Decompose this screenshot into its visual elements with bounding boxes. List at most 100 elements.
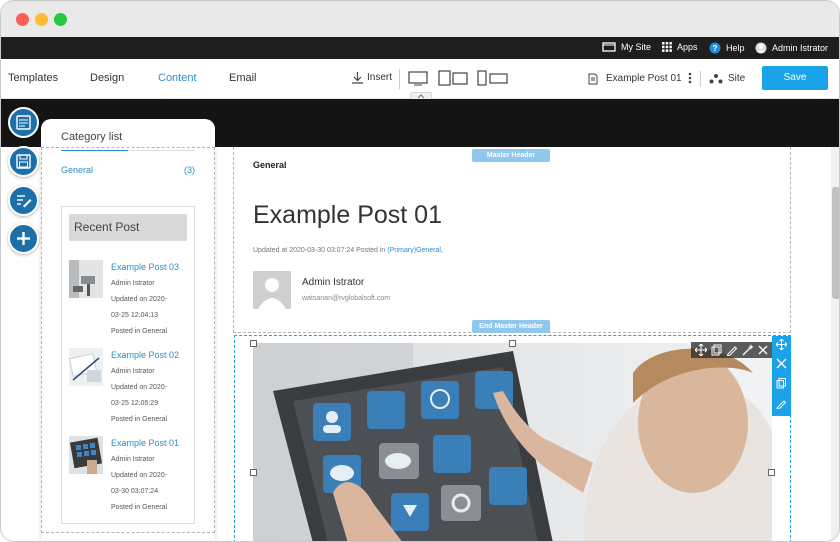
recent-post-link[interactable]: Example Post 03 (111, 262, 179, 272)
author-avatar (253, 271, 291, 309)
layout-icon (16, 115, 31, 130)
category-general-link[interactable]: General (61, 165, 93, 175)
post-updated: Updated on 2020- (111, 384, 168, 391)
category-count: (3) (184, 165, 195, 175)
copy-icon[interactable] (776, 378, 787, 389)
close-icon[interactable] (776, 358, 787, 369)
post-meta-category-link[interactable]: (Primary)General, (387, 247, 443, 254)
post-title: Example Post 01 (253, 201, 442, 229)
resize-handle-nw[interactable] (250, 340, 257, 347)
sitemap-icon (709, 74, 723, 84)
tablet-apps-image (69, 436, 103, 474)
category-title-underline (61, 150, 128, 151)
minimize-window-button[interactable] (35, 13, 48, 26)
touchscreen-photo (253, 343, 772, 541)
admin-topbar: My Site Apps ? Help Admin Istrator (1, 37, 839, 59)
post-content-area (233, 147, 791, 333)
post-thumbnail[interactable] (69, 348, 103, 386)
post-thumbnail[interactable] (69, 436, 103, 474)
resize-handle-e[interactable] (768, 469, 775, 476)
tablet-view-icon[interactable] (438, 70, 468, 86)
page-name[interactable]: Example Post 01 (606, 73, 682, 84)
category-list-title: Category list (61, 131, 123, 143)
post-category-label: General (253, 160, 287, 170)
post-updated-time: 03-30 03:07:24 (111, 488, 159, 495)
post-category: Posted in General (111, 504, 168, 511)
grid-icon (662, 42, 672, 52)
post-category: Posted in General (111, 328, 168, 335)
layout-panel-button[interactable] (8, 107, 39, 138)
add-button[interactable] (8, 223, 39, 254)
desktop-view-icon[interactable] (408, 71, 428, 86)
site-link[interactable]: Site (728, 73, 745, 84)
browser-window: My Site Apps ? Help Admin Istrator Templ… (0, 0, 840, 542)
user-name: Admin Istrator (772, 43, 829, 53)
tab-content[interactable]: Content (158, 72, 197, 84)
post-updated: Updated on 2020- (111, 296, 168, 303)
help-icon: ? (709, 42, 721, 54)
avatar-icon (755, 42, 767, 54)
edit-panel-button[interactable] (8, 185, 39, 216)
end-master-header-tag: End Master Header (472, 320, 550, 333)
post-author: Admin Istrator (111, 456, 155, 463)
save-panel-button[interactable] (8, 146, 39, 177)
more-vertical-icon[interactable] (688, 72, 692, 84)
documents-image (69, 348, 103, 386)
plus-icon (17, 232, 30, 245)
post-author: Admin Istrator (111, 280, 155, 287)
divider (700, 71, 701, 87)
image-toolbar (691, 342, 772, 358)
resize-handle-w[interactable] (250, 469, 257, 476)
mobile-view-icon[interactable] (477, 70, 509, 86)
recent-post-link[interactable]: Example Post 01 (111, 438, 179, 448)
post-thumbnail[interactable] (69, 260, 103, 298)
floppy-icon (16, 154, 31, 169)
author-email: watsanan@rvglobalsoft.com (302, 295, 391, 302)
pencil-icon[interactable] (776, 398, 787, 409)
page-icon (588, 73, 598, 85)
apps-link[interactable]: Apps (662, 42, 698, 52)
close-icon[interactable] (757, 344, 769, 356)
post-updated: Updated on 2020- (111, 472, 168, 479)
recent-post-title: Recent Post (69, 214, 187, 241)
maximize-window-button[interactable] (54, 13, 67, 26)
post-image[interactable] (253, 343, 772, 541)
copy-icon[interactable] (711, 344, 723, 356)
insert-label: Insert (367, 72, 393, 83)
svg-text:?: ? (713, 44, 718, 53)
user-silhouette-icon (258, 278, 286, 309)
recent-post-link[interactable]: Example Post 02 (111, 350, 179, 360)
pencil-icon[interactable] (726, 344, 738, 356)
magic-wand-icon[interactable] (742, 344, 754, 356)
my-site-link[interactable]: My Site (602, 42, 651, 52)
resize-handle-n[interactable] (509, 340, 516, 347)
post-updated-time: 03-25 12:04:13 (111, 312, 159, 319)
monitor-icon (602, 42, 616, 52)
divider (399, 69, 400, 89)
user-menu[interactable]: Admin Istrator (755, 42, 828, 54)
edit-list-icon (17, 195, 32, 208)
move-icon[interactable] (776, 339, 787, 350)
close-window-button[interactable] (16, 13, 29, 26)
insert-button[interactable]: Insert (351, 71, 392, 84)
post-updated-time: 03-25 12:05:29 (111, 400, 159, 407)
tab-design[interactable]: Design (90, 72, 124, 84)
post-meta-text: Updated at 2020-03-30 03:07:24 Posted in (253, 247, 386, 254)
post-meta: Updated at 2020-03-30 03:07:24 Posted in… (253, 247, 443, 254)
my-site-label: My Site (621, 42, 652, 52)
tab-email[interactable]: Email (229, 72, 257, 84)
move-icon[interactable] (695, 344, 707, 356)
help-link[interactable]: ? Help (709, 42, 745, 54)
window-titlebar (1, 1, 839, 37)
tab-templates[interactable]: Templates (8, 72, 58, 84)
save-button[interactable]: Save (762, 66, 828, 90)
post-category: Posted in General (111, 416, 168, 423)
master-header-tag: Master Header (472, 149, 550, 162)
author-name: Admin Istrator (302, 277, 365, 288)
category-title-rule (128, 150, 195, 151)
apps-label: Apps (677, 42, 698, 52)
scrollbar-thumb[interactable] (832, 187, 839, 299)
block-toolbar (772, 336, 791, 416)
help-label: Help (726, 43, 745, 53)
post-author: Admin Istrator (111, 368, 155, 375)
